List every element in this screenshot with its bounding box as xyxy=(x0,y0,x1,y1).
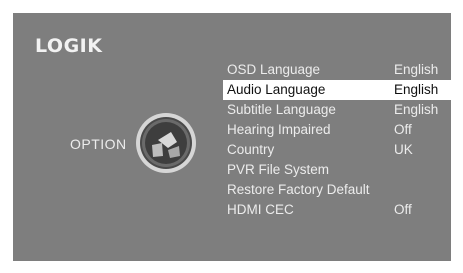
menu-item-label: Subtitle Language xyxy=(227,102,336,117)
menu-item-label: Country xyxy=(227,142,275,157)
menu-item-value: Off xyxy=(394,122,412,137)
menu-item-audio-language[interactable]: Audio Language English xyxy=(223,80,451,100)
menu-item-osd-language[interactable]: OSD Language English xyxy=(223,60,451,80)
menu-item-subtitle-language[interactable]: Subtitle Language English xyxy=(223,100,451,120)
menu-item-value: UK xyxy=(394,142,413,157)
brand-logo: LOGIK xyxy=(35,35,103,57)
menu-item-value: English xyxy=(394,102,439,117)
menu-item-label: Restore Factory Default xyxy=(227,182,370,197)
option-disc-icon xyxy=(136,113,196,173)
menu-item-label: HDMI CEC xyxy=(227,202,294,217)
menu-item-hdmi-cec[interactable]: HDMI CEC Off xyxy=(223,200,451,220)
menu-item-label: Hearing Impaired xyxy=(227,122,331,137)
menu-item-restore-factory-default[interactable]: Restore Factory Default xyxy=(223,180,451,200)
tv-menu-screen: LOGIK OPTION OSD Language English Audio … xyxy=(13,13,451,261)
menu-item-label: OSD Language xyxy=(227,62,321,77)
menu-item-value: English xyxy=(394,82,439,97)
option-menu: OSD Language English Audio Language Engl… xyxy=(223,60,451,220)
menu-item-pvr-file-system[interactable]: PVR File System xyxy=(223,160,451,180)
menu-item-country[interactable]: Country UK xyxy=(223,140,451,160)
category-label: OPTION xyxy=(70,136,127,152)
menu-item-value: Off xyxy=(394,202,412,217)
menu-item-hearing-impaired[interactable]: Hearing Impaired Off xyxy=(223,120,451,140)
menu-item-label: Audio Language xyxy=(227,82,326,97)
menu-item-value: English xyxy=(394,62,439,77)
menu-item-label: PVR File System xyxy=(227,162,330,177)
